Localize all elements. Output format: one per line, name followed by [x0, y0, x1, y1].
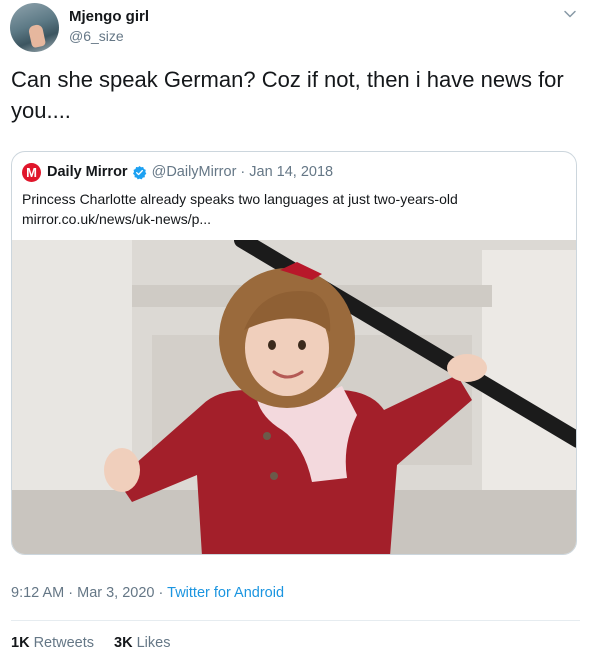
likes-label: Likes	[136, 635, 171, 651]
verified-badge-icon	[132, 165, 146, 179]
tweet-text: Can she speak German? Coz if not, then i…	[11, 67, 564, 123]
daily-mirror-logo-icon: M	[22, 162, 41, 182]
likes-stat[interactable]: 3K Likes	[114, 635, 170, 651]
quoted-tweet-header: M Daily Mirror @DailyMirror · Jan 14, 20…	[22, 162, 333, 182]
separator-dot: ·	[240, 164, 246, 180]
photo-eye-left	[268, 340, 276, 350]
photo-hand-left	[104, 448, 140, 492]
photo-button-1	[263, 432, 271, 440]
author-display-name[interactable]: Mjengo girl	[69, 8, 149, 25]
author-handle[interactable]: @6_size	[69, 28, 124, 44]
photo-eye-right	[298, 340, 306, 350]
divider	[11, 620, 580, 621]
tweet-client-link[interactable]: Twitter for Android	[167, 585, 284, 601]
quoted-author-name[interactable]: Daily Mirror	[47, 164, 128, 180]
retweets-label: Retweets	[33, 635, 95, 651]
quoted-tweet-text: Princess Charlotte already speaks two la…	[22, 191, 458, 207]
separator-dot: ·	[158, 585, 164, 601]
tweet-date[interactable]: Mar 3, 2020	[77, 585, 154, 601]
tweet-time[interactable]: 9:12 AM	[11, 585, 64, 601]
quoted-photo[interactable]	[12, 240, 577, 555]
quoted-date[interactable]: Jan 14, 2018	[249, 164, 333, 180]
tweet-stats: 1K Retweets 3K Likes	[11, 635, 170, 651]
avatar-hand	[27, 23, 47, 49]
separator-dot: ·	[68, 585, 74, 601]
avatar[interactable]	[10, 3, 59, 52]
quoted-tweet-link[interactable]: mirror.co.uk/news/uk-news/p...	[22, 209, 211, 229]
retweets-count: 1K	[11, 635, 30, 651]
quoted-author-handle[interactable]: @DailyMirror	[152, 164, 237, 180]
tweet-meta: 9:12 AM · Mar 3, 2020 · Twitter for Andr…	[11, 585, 284, 601]
quoted-tweet-card[interactable]: M Daily Mirror @DailyMirror · Jan 14, 20…	[11, 151, 577, 555]
likes-count: 3K	[114, 635, 133, 651]
chevron-down-icon[interactable]	[562, 6, 578, 22]
retweets-stat[interactable]: 1K Retweets	[11, 635, 94, 651]
photo-button-2	[270, 472, 278, 480]
photo-hand-right	[447, 354, 487, 382]
